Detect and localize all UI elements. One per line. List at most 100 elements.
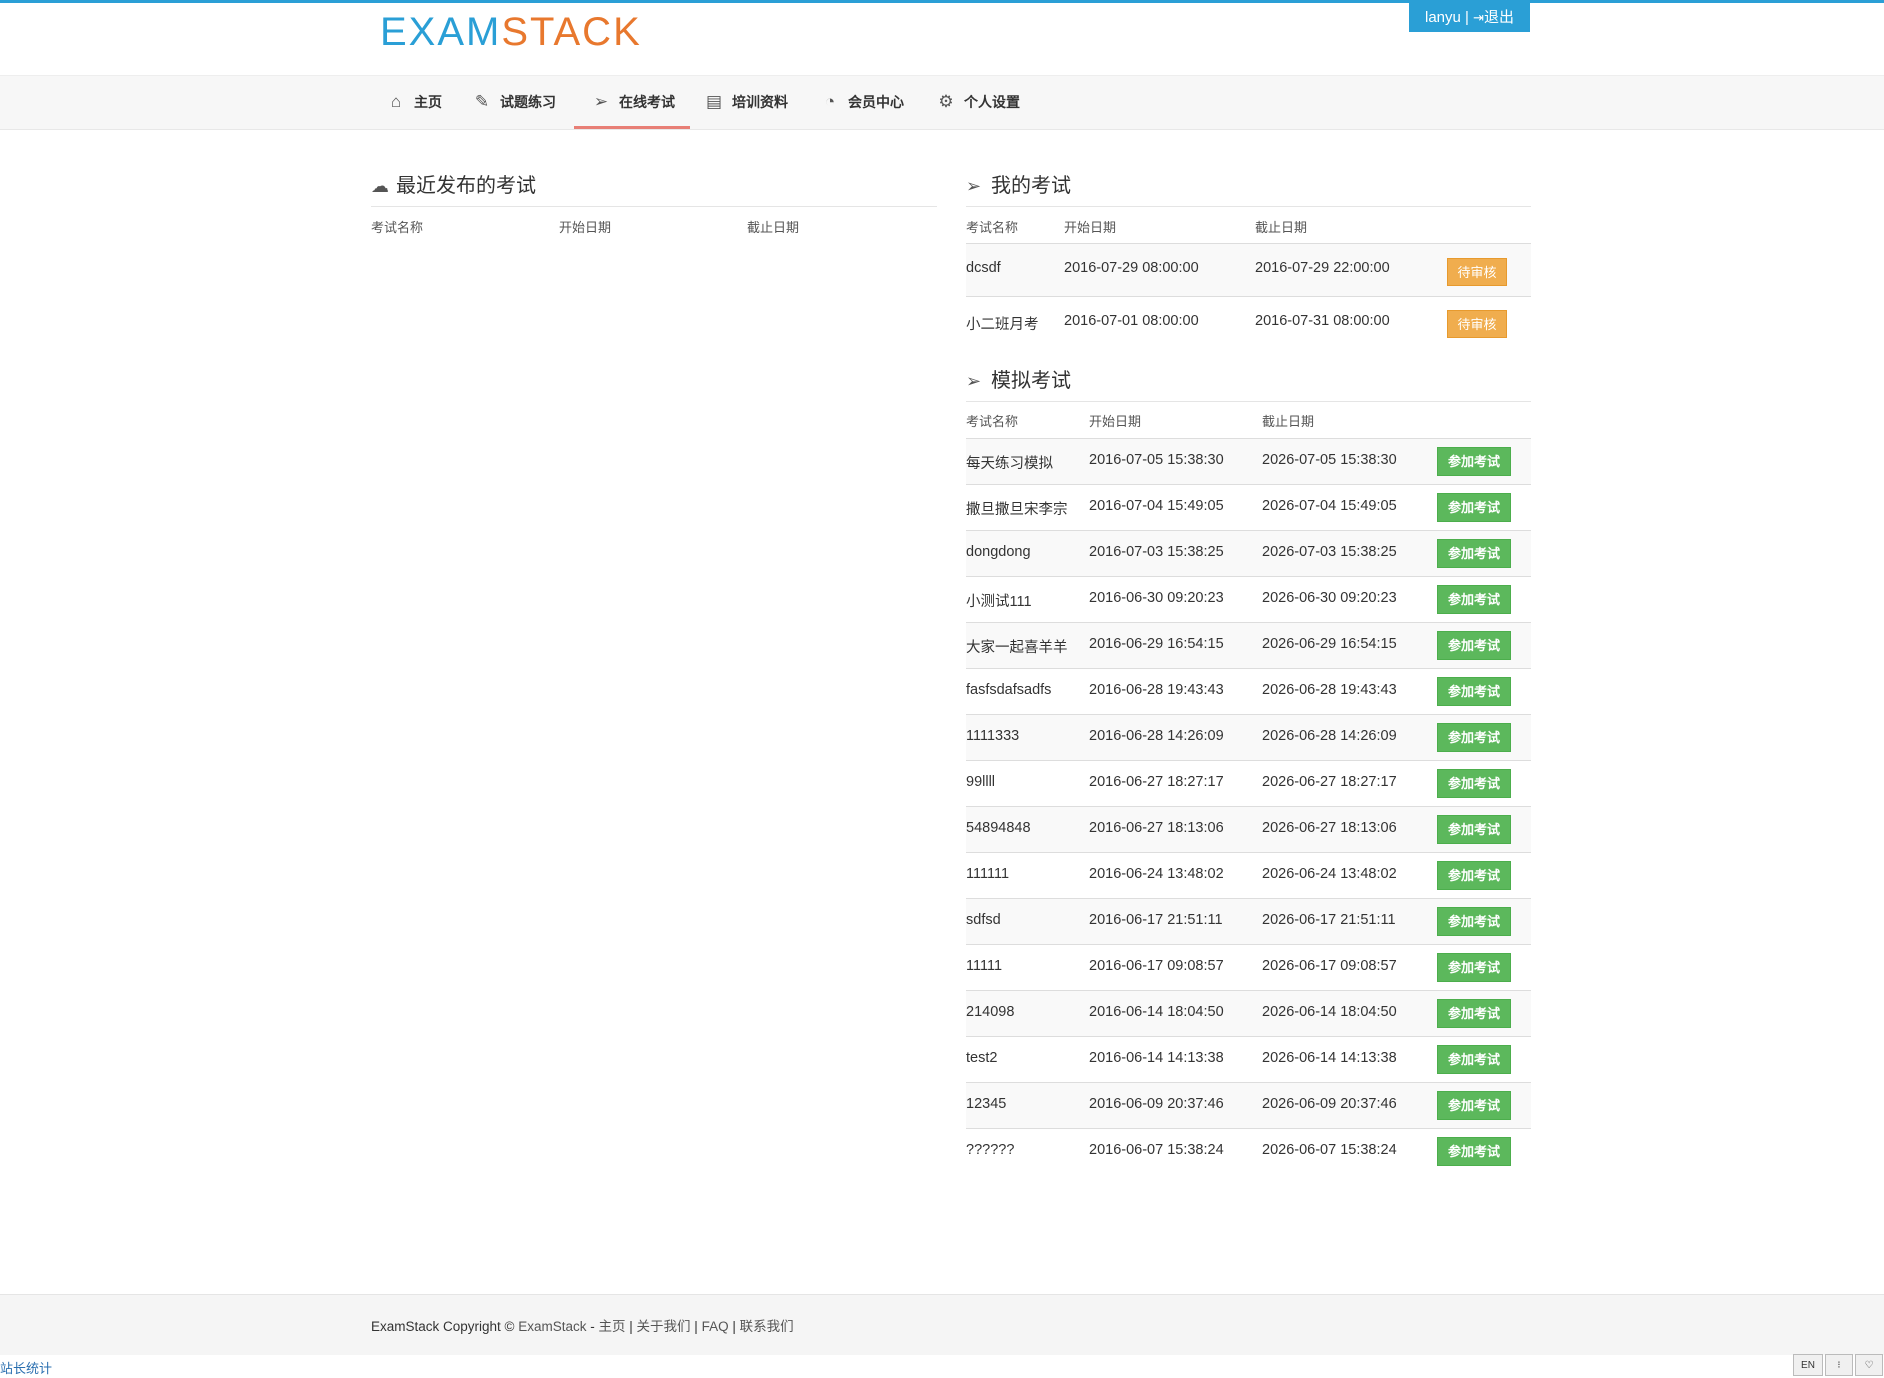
exam-start: 2016-06-30 09:20:23 [1089, 590, 1224, 606]
paper-plane-icon: ➢ [966, 371, 982, 391]
table-row: 111111 2016-06-24 13:48:02 2026-06-24 13:4… [966, 852, 1531, 898]
nav-label: 个人设置 [964, 94, 1020, 110]
exam-name: ?????? [966, 1142, 1015, 1158]
join-exam-button[interactable]: 参加考试 [1437, 493, 1511, 522]
exam-end: 2026-06-09 20:37:46 [1262, 1096, 1397, 1112]
join-exam-button[interactable]: 参加考试 [1437, 1137, 1511, 1166]
join-exam-button[interactable]: 参加考试 [1437, 769, 1511, 798]
recent-exams-title: ☁ 最近发布的考试 [371, 173, 536, 199]
join-exam-button[interactable]: 参加考试 [1437, 447, 1511, 476]
table-row: ?????? 2016-06-07 15:38:24 2026-06-07 15:3… [966, 1128, 1531, 1174]
footer-link-contact[interactable]: 联系我们 [740, 1319, 794, 1334]
nav-item-online-exam[interactable]: ➢ 在线考试 [574, 76, 690, 129]
mock-exams-divider [966, 401, 1531, 402]
nav-item-training[interactable]: ▤ 培训资料 [702, 76, 788, 129]
join-exam-button[interactable]: 参加考试 [1437, 1045, 1511, 1074]
join-exam-button[interactable]: 参加考试 [1437, 723, 1511, 752]
exam-name: test2 [966, 1050, 998, 1066]
my-exams-divider [966, 206, 1531, 207]
join-exam-button[interactable]: 参加考试 [1437, 815, 1511, 844]
table-row: dongdong 2016-07-03 15:38:25 2026-07-03 15… [966, 530, 1531, 576]
exam-start: 2016-07-29 08:00:00 [1064, 260, 1199, 276]
status-badge: 待审核 [1447, 310, 1507, 338]
join-exam-button[interactable]: 参加考试 [1437, 907, 1511, 936]
my-col-name: 考试名称 [966, 220, 1019, 235]
table-row: 214098 2016-06-14 18:04:50 2026-06-14 18:0… [966, 990, 1531, 1036]
recent-exams-divider [371, 206, 937, 207]
exam-start: 2016-07-04 15:49:05 [1089, 498, 1224, 514]
site-stats-link[interactable]: 站长统计 [0, 1358, 52, 1377]
exam-end: 2026-06-07 15:38:24 [1262, 1142, 1397, 1158]
table-row: 12345 2016-06-09 20:37:46 2026-06-09 20:37… [966, 1082, 1531, 1128]
examstack-logo[interactable]: EXAMSTACK [380, 12, 642, 52]
join-exam-button[interactable]: 参加考试 [1437, 677, 1511, 706]
join-exam-button[interactable]: 参加考试 [1437, 953, 1511, 982]
exam-start: 2016-07-01 08:00:00 [1064, 313, 1199, 329]
nav-label: 试题练习 [500, 94, 556, 110]
exam-name: sdfsd [966, 912, 1001, 928]
join-exam-button[interactable]: 参加考试 [1437, 999, 1511, 1028]
nav-label: 在线考试 [619, 94, 675, 110]
mock-col-name: 考试名称 [966, 414, 1019, 429]
join-exam-button[interactable]: 参加考试 [1437, 1091, 1511, 1120]
recent-col-name: 考试名称 [371, 220, 424, 235]
footer-dash: - [586, 1319, 599, 1334]
paper-plane-icon: ➢ [593, 92, 609, 111]
footer-link-about[interactable]: 关于我们 [637, 1319, 691, 1334]
exam-name: 每天练习模拟 [966, 456, 1053, 472]
footer-link-faq[interactable]: FAQ [702, 1319, 729, 1334]
table-row: 每天练习模拟 2016-07-05 15:38:30 2026-07-05 15:3… [966, 438, 1531, 484]
logout-link[interactable]: 退出 [1484, 9, 1514, 26]
join-exam-button[interactable]: 参加考试 [1437, 585, 1511, 614]
ime-menu-button[interactable]: ⁝ [1825, 1354, 1853, 1376]
my-col-end: 截止日期 [1255, 220, 1308, 235]
exam-start: 2016-06-14 18:04:50 [1089, 1004, 1224, 1020]
table-row: sdfsd 2016-06-17 21:51:11 2026-06-17 21:51… [966, 898, 1531, 944]
home-icon: ⌂ [390, 92, 402, 111]
nav-item-member-center[interactable]: ◔ 会员中心 [818, 76, 904, 129]
exam-start: 2016-06-07 15:38:24 [1089, 1142, 1224, 1158]
table-row: 99llll 2016-06-27 18:27:17 2026-06-27 18:2… [966, 760, 1531, 806]
nav-item-settings[interactable]: ⚙ 个人设置 [934, 76, 1020, 129]
nav-item-home[interactable]: ⌂ 主页 [384, 76, 442, 129]
table-row: 撒旦撒旦宋李宗 2016-07-04 15:49:05 2026-07-04 15:… [966, 484, 1531, 530]
user-box: lanyu | ⇥退出 [1409, 3, 1530, 32]
exam-name: 12345 [966, 1096, 1007, 1112]
exam-start: 2016-06-14 14:13:38 [1089, 1050, 1224, 1066]
nav-item-practice[interactable]: ✎ 试题练习 [470, 76, 556, 129]
exam-name: 大家一起喜羊羊 [966, 640, 1068, 656]
exam-start: 2016-06-27 18:13:06 [1089, 820, 1224, 836]
join-exam-button[interactable]: 参加考试 [1437, 631, 1511, 660]
status-badge: 待审核 [1447, 258, 1507, 286]
exam-name: 214098 [966, 1004, 1015, 1020]
exam-end: 2026-06-27 18:27:17 [1262, 774, 1397, 790]
footer-link-home[interactable]: 主页 [599, 1319, 626, 1334]
exam-end: 2026-06-28 19:43:43 [1262, 682, 1397, 698]
exam-end: 2026-06-24 13:48:02 [1262, 866, 1397, 882]
exam-start: 2016-07-05 15:38:30 [1089, 452, 1224, 468]
exam-end: 2016-07-31 08:00:00 [1255, 313, 1390, 329]
username-link[interactable]: lanyu [1425, 9, 1461, 26]
mock-col-end: 截止日期 [1262, 414, 1315, 429]
exam-name: 小二班月考 [966, 317, 1039, 333]
join-exam-button[interactable]: 参加考试 [1437, 539, 1511, 568]
table-row: 小测试111 2016-06-30 09:20:23 2026-06-30 09:2… [966, 576, 1531, 622]
exam-start: 2016-06-28 19:43:43 [1089, 682, 1224, 698]
exam-end: 2026-07-04 15:49:05 [1262, 498, 1397, 514]
exam-start: 2016-06-28 14:26:09 [1089, 728, 1224, 744]
footer-brand-link[interactable]: ExamStack [518, 1319, 586, 1334]
exam-name: 54894848 [966, 820, 1031, 836]
footer-sep: | [690, 1319, 702, 1334]
ime-language-button[interactable]: EN [1793, 1354, 1823, 1376]
book-icon: ▤ [705, 92, 723, 111]
my-col-start: 开始日期 [1064, 220, 1117, 235]
exam-start: 2016-06-09 20:37:46 [1089, 1096, 1224, 1112]
join-exam-button[interactable]: 参加考试 [1437, 861, 1511, 890]
footer-sep: | [728, 1319, 740, 1334]
gears-icon: ⚙ [938, 92, 954, 111]
mock-exams-title-text: 模拟考试 [991, 370, 1071, 392]
heart-icon[interactable]: ♡ [1855, 1354, 1883, 1376]
exam-name: 1111333 [966, 728, 1020, 744]
table-row: 小二班月考 2016-07-01 08:00:00 2016-07-31 08:… [966, 296, 1531, 348]
exam-name: 小测试111 [966, 594, 1032, 610]
